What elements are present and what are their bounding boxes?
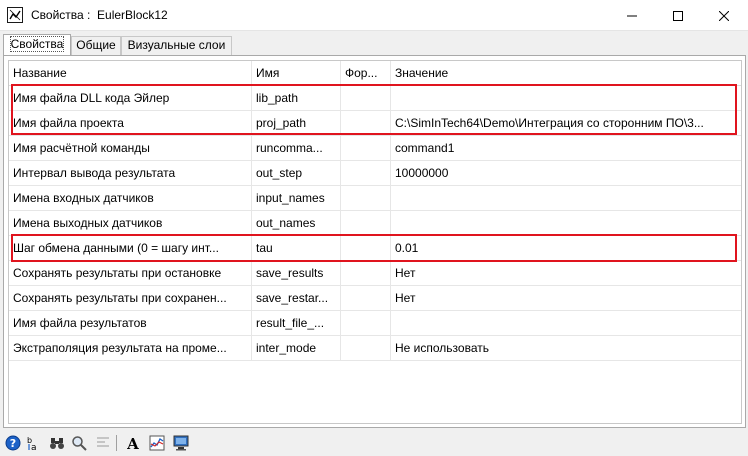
property-name-cell: lib_path (252, 86, 341, 110)
align-icon[interactable] (94, 434, 112, 452)
title-bar: Свойства : EulerBlock12 (0, 0, 748, 31)
bottom-toolbar: ? ba A (0, 430, 748, 456)
property-value-cell[interactable]: 0.01 (391, 236, 741, 260)
property-row[interactable]: Интервал вывода результата out_step 100000… (9, 161, 741, 186)
property-formula-cell (341, 186, 391, 210)
toolbar-separator (116, 435, 117, 451)
property-value-cell[interactable] (391, 311, 741, 335)
property-row[interactable]: Имя файла DLL кода Эйлер lib_path (9, 86, 741, 111)
binoculars-icon[interactable] (48, 434, 66, 452)
property-value-cell[interactable]: Нет (391, 261, 741, 285)
tab-general[interactable]: Общие (71, 36, 121, 55)
property-title-cell: Имена выходных датчиков (9, 211, 252, 235)
property-value-cell[interactable] (391, 186, 741, 210)
monitor-icon[interactable] (172, 434, 190, 452)
property-value-cell[interactable] (391, 211, 741, 235)
property-formula-cell (341, 286, 391, 310)
font-icon[interactable]: A (124, 434, 142, 452)
property-title-cell: Сохранять результаты при остановке (9, 261, 252, 285)
property-value-cell[interactable]: command1 (391, 136, 741, 160)
property-title-cell: Имя файла результатов (9, 311, 252, 335)
svg-text:a: a (31, 443, 37, 451)
maximize-button[interactable] (655, 0, 701, 31)
property-row[interactable]: Экстраполяция результата на проме... inte… (9, 336, 741, 361)
svg-text:?: ? (10, 437, 16, 450)
minimize-icon (627, 15, 637, 16)
property-name-cell: input_names (252, 186, 341, 210)
property-formula-cell (341, 86, 391, 110)
property-name-cell: save_restar... (252, 286, 341, 310)
tab-visual-layers[interactable]: Визуальные слои (121, 36, 232, 55)
window-title: Свойства : EulerBlock12 (31, 8, 168, 22)
property-name-cell: proj_path (252, 111, 341, 135)
column-header-formula[interactable]: Фор... (341, 61, 391, 85)
property-row[interactable]: Сохранять результаты при остановке save_r… (9, 261, 741, 286)
grid-header: Название Имя Фор... Значение (9, 61, 741, 86)
magnifier-icon[interactable] (70, 434, 88, 452)
property-row[interactable]: Имена выходных датчиков out_names (9, 211, 741, 236)
property-formula-cell (341, 236, 391, 260)
help-icon[interactable]: ? (4, 434, 22, 452)
property-name-cell: save_results (252, 261, 341, 285)
property-name-cell: tau (252, 236, 341, 260)
property-title-cell: Шаг обмена данными (0 = шагу инт... (9, 236, 252, 260)
property-formula-cell (341, 111, 391, 135)
property-name-cell: runcomma... (252, 136, 341, 160)
property-name-cell: inter_mode (252, 336, 341, 360)
property-formula-cell (341, 211, 391, 235)
property-title-cell: Имя файла проекта (9, 111, 252, 135)
property-title-cell: Имя расчётной команды (9, 136, 252, 160)
property-title-cell: Имя файла DLL кода Эйлер (9, 86, 252, 110)
property-value-cell[interactable]: 10000000 (391, 161, 741, 185)
property-value-cell[interactable]: Нет (391, 286, 741, 310)
property-row[interactable]: Имя файла результатов result_file_... (9, 311, 741, 336)
tab-properties[interactable]: Свойства (3, 34, 71, 55)
property-title-cell: Экстраполяция результата на проме... (9, 336, 252, 360)
property-value-cell[interactable]: Не использовать (391, 336, 741, 360)
property-row[interactable]: Имена входных датчиков input_names (9, 186, 741, 211)
property-title-cell: Имена входных датчиков (9, 186, 252, 210)
svg-text:A: A (126, 435, 139, 451)
tab-label: Визуальные слои (127, 38, 226, 52)
app-icon (7, 7, 23, 23)
properties-panel: Название Имя Фор... Значение Имя файла D… (3, 55, 746, 428)
property-formula-cell (341, 136, 391, 160)
tab-strip: Свойства Общие Визуальные слои (0, 31, 748, 55)
property-row[interactable]: Имя файла проекта proj_path C:\SimInTech64… (9, 111, 741, 136)
property-name-cell: result_file_... (252, 311, 341, 335)
property-formula-cell (341, 336, 391, 360)
property-name-cell: out_names (252, 211, 341, 235)
property-title-cell: Сохранять результаты при сохранен... (9, 286, 252, 310)
property-formula-cell (341, 261, 391, 285)
chart-icon[interactable] (148, 434, 166, 452)
property-name-cell: out_step (252, 161, 341, 185)
column-header-title[interactable]: Название (9, 61, 252, 85)
tab-label: Свойства (9, 36, 65, 52)
properties-grid: Название Имя Фор... Значение Имя файла D… (8, 60, 742, 424)
property-row[interactable]: Шаг обмена данными (0 = шагу инт... tau 0.… (9, 236, 741, 261)
property-value-cell[interactable] (391, 86, 741, 110)
maximize-icon (673, 10, 683, 21)
column-header-name[interactable]: Имя (252, 61, 341, 85)
close-icon (719, 10, 729, 21)
property-formula-cell (341, 311, 391, 335)
property-formula-cell (341, 161, 391, 185)
close-button[interactable] (701, 0, 747, 31)
column-header-value[interactable]: Значение (391, 61, 741, 85)
property-row[interactable]: Имя расчётной команды runcomma... command1 (9, 136, 741, 161)
property-title-cell: Интервал вывода результата (9, 161, 252, 185)
minimize-button[interactable] (609, 0, 655, 31)
sort-az-icon[interactable]: ba (25, 434, 43, 452)
property-row[interactable]: Сохранять результаты при сохранен... save… (9, 286, 741, 311)
property-value-cell[interactable]: C:\SimInTech64\Demo\Интеграция со сторон… (391, 111, 741, 135)
tab-label: Общие (76, 38, 116, 52)
